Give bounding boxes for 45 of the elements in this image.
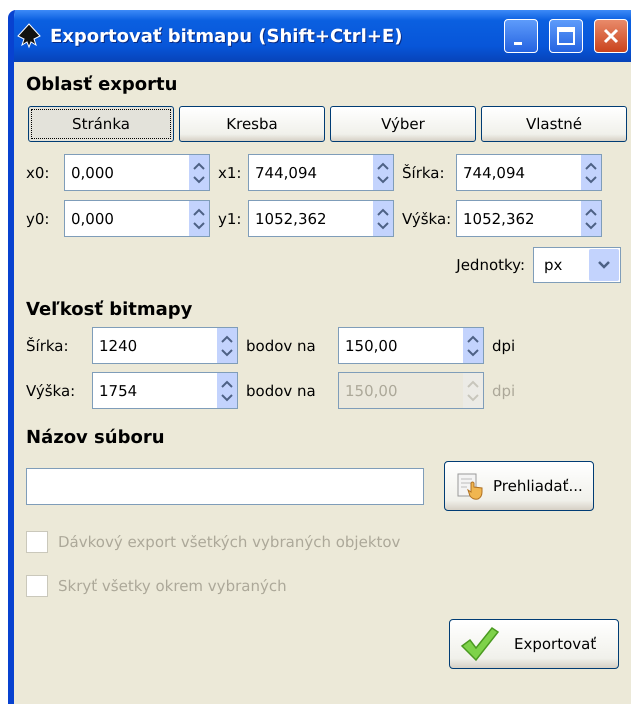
spin-field[interactable]: 1052,362 bbox=[456, 200, 602, 237]
minimize-icon bbox=[514, 42, 522, 44]
field-label: bodov na bbox=[245, 336, 317, 354]
field-label: x1: bbox=[217, 164, 242, 182]
section-heading: Oblasť exportu bbox=[26, 74, 178, 97]
window-title: Exportovať bitmapu (Shift+Ctrl+E) bbox=[50, 26, 404, 46]
units-dropdown[interactable]: px bbox=[533, 247, 621, 283]
spin-field[interactable]: 1240 bbox=[92, 327, 238, 364]
chevron-down-icon bbox=[597, 260, 611, 270]
spin-field[interactable]: 0,000 bbox=[64, 154, 210, 191]
close-icon bbox=[601, 26, 621, 46]
section-heading: Veľkosť bitmapy bbox=[26, 299, 194, 322]
maximize-button[interactable] bbox=[549, 19, 583, 53]
field-label: x0: bbox=[26, 164, 50, 182]
close-button[interactable] bbox=[594, 19, 628, 53]
export-button[interactable]: Exportovať bbox=[449, 619, 619, 669]
spin-field[interactable]: 0,000 bbox=[64, 200, 210, 237]
browse-button[interactable]: Prehliadať... bbox=[444, 461, 594, 511]
field-label: Šírka: bbox=[401, 164, 446, 182]
field-label: y0: bbox=[26, 210, 50, 228]
area-toggle-button[interactable]: Výber bbox=[330, 106, 476, 142]
unit-label: dpi bbox=[491, 382, 516, 400]
minimize-button[interactable] bbox=[504, 19, 538, 53]
spin-field[interactable]: 744,094 bbox=[248, 154, 394, 191]
section-heading: Názov súboru bbox=[26, 427, 166, 450]
field-label: Výška: bbox=[26, 382, 76, 400]
filename-field[interactable] bbox=[26, 468, 424, 504]
field-label: bodov na bbox=[245, 382, 317, 400]
unit-label: dpi bbox=[491, 336, 516, 354]
area-toggle-button[interactable]: Stránka bbox=[28, 106, 174, 142]
field-label: Výška: bbox=[401, 210, 452, 228]
field-label: Šírka: bbox=[26, 336, 70, 354]
area-toggle-button[interactable]: Kresba bbox=[179, 106, 325, 142]
app-logo-icon bbox=[16, 23, 42, 49]
spin-field[interactable]: 744,094 bbox=[456, 154, 602, 191]
field-label: y1: bbox=[217, 210, 242, 228]
spin-field[interactable]: 1052,362 bbox=[248, 200, 394, 237]
spin-field[interactable]: 150,00 bbox=[338, 327, 484, 364]
hand-pointer-icon bbox=[455, 471, 485, 501]
checkmark-icon bbox=[460, 626, 500, 662]
checkbox-label: Dávkový export všetkých vybraných objektov bbox=[58, 533, 400, 551]
checkbox-label: Skryť všetky okrem vybraných bbox=[58, 577, 287, 595]
field-label: Jednotky: bbox=[456, 256, 525, 274]
maximize-icon bbox=[556, 26, 576, 46]
area-toggle-button[interactable]: Vlastné bbox=[481, 106, 627, 142]
